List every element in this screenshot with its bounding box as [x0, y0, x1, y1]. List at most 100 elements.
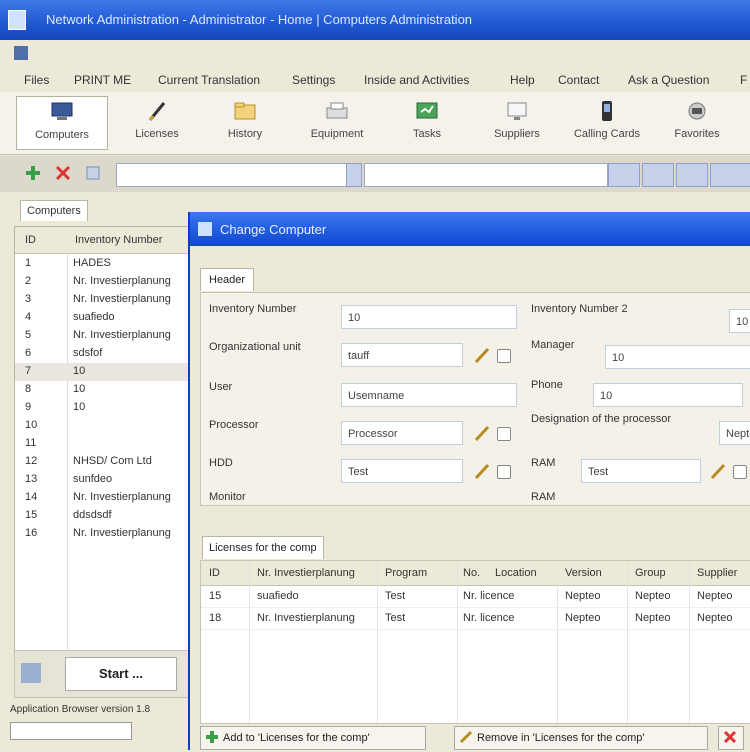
toolbar-licenses-button[interactable]: Licenses [112, 96, 202, 148]
list-item[interactable]: 5 Nr. Investierplanung [15, 327, 191, 345]
toolbar-licenses-label: Licenses [135, 128, 179, 140]
table-row[interactable]: 15 suafiedo Test Nr. licence Nepteo Nept… [201, 587, 750, 608]
list-item[interactable]: 14 Nr. Investierplanung [15, 489, 191, 507]
phone-icon [594, 100, 620, 122]
inventory-number-input[interactable]: 10 [341, 305, 517, 329]
tab-header[interactable]: Header [200, 268, 255, 291]
list-item[interactable]: 12 NHSD/ Com Ltd [15, 453, 191, 471]
inventory-number-2-label: Inventory Number 2 [531, 303, 628, 315]
dialog-title-bar[interactable]: Change Computer [190, 212, 750, 246]
manager-input[interactable]: 10 [605, 345, 750, 369]
list-item[interactable]: 8 10 [15, 381, 191, 399]
pencil-icon[interactable] [473, 462, 491, 480]
list-item[interactable]: 6 sdsfof [15, 345, 191, 363]
board-icon [414, 100, 440, 122]
toolbar-suppliers-button[interactable]: Suppliers [472, 96, 562, 148]
list-item[interactable]: 10 [15, 417, 191, 435]
inventory-number-2-input[interactable]: 10 [729, 309, 750, 333]
menu-item-settings[interactable]: Settings [292, 73, 335, 87]
grid-col-location[interactable]: Location [495, 567, 537, 579]
add-icon[interactable] [24, 164, 42, 182]
org-unit-input[interactable]: tauff [341, 343, 463, 367]
filter-input-2[interactable] [364, 163, 608, 187]
toolbar-favorites-button[interactable]: Favorites [652, 96, 742, 148]
monitor-label: Monitor [209, 491, 246, 503]
list-item[interactable]: 2 Nr. Investierplanung [15, 273, 191, 291]
start-button[interactable]: Start ... [65, 657, 177, 691]
list-item[interactable]: 9 10 [15, 399, 191, 417]
ram-checkbox[interactable] [733, 465, 747, 479]
org-unit-checkbox[interactable] [497, 349, 511, 363]
toolbar-history-label: History [227, 128, 263, 140]
pencil-icon [144, 100, 170, 122]
menu-item-help[interactable]: Help [510, 73, 535, 87]
menu-item-contact[interactable]: Contact [558, 73, 599, 87]
toolbar-calling-cards-button[interactable]: Calling Cards [562, 96, 652, 148]
col-inventory-number[interactable]: Inventory Number [75, 234, 162, 246]
pencil-icon[interactable] [709, 462, 727, 480]
hdd-checkbox[interactable] [497, 465, 511, 479]
star-icon [684, 100, 710, 122]
user-input[interactable]: Usemname [341, 383, 517, 407]
toolbar-tasks-label: Tasks [412, 128, 442, 140]
status-text: Application Browser version 1.8 [10, 704, 151, 715]
filter-button-1[interactable] [608, 163, 640, 187]
phone-input[interactable]: 10 [593, 383, 743, 407]
delete-icon[interactable] [54, 164, 72, 182]
ram-input[interactable]: Test [581, 459, 701, 483]
menu-item-ask[interactable]: Ask a Question [628, 73, 709, 87]
hdd-input[interactable]: Test [341, 459, 463, 483]
col-id[interactable]: ID [25, 234, 36, 246]
list-item[interactable]: 1 HADES [15, 255, 191, 273]
tab-licenses[interactable]: Licenses for the comp [202, 536, 324, 559]
filter-dropdown[interactable] [346, 163, 362, 187]
add-icon [205, 730, 219, 744]
toolbar-equipment-button[interactable]: Equipment [292, 96, 382, 148]
close-dialog-button[interactable] [718, 726, 744, 750]
pencil-icon[interactable] [473, 346, 491, 364]
menu-item-translation[interactable]: Current Translation [158, 73, 260, 87]
grid-icon[interactable] [21, 663, 41, 683]
list-item[interactable]: 16 Nr. Investierplanung [15, 525, 191, 543]
grid-col-id[interactable]: ID [209, 567, 220, 579]
filter-funnel-button[interactable] [642, 163, 674, 187]
status-field [10, 722, 132, 740]
grid-col-version[interactable]: Version [565, 567, 602, 579]
list-item[interactable]: 13 sunfdeo [15, 471, 191, 489]
add-license-button[interactable]: Add to 'Licenses for the comp' [200, 726, 426, 750]
monitor-icon [504, 100, 530, 122]
filter-button-4[interactable] [710, 163, 750, 187]
toolbar-computers-button[interactable]: Computers [16, 96, 108, 150]
pencil-icon[interactable] [473, 424, 491, 442]
processor-checkbox[interactable] [497, 427, 511, 441]
grid-col-no[interactable]: No. [463, 567, 480, 579]
grid-col-supplier[interactable]: Supplier [697, 567, 737, 579]
menu-item-files[interactable]: Files [24, 73, 49, 87]
processor-designation-input[interactable]: Nepte [719, 421, 750, 445]
remove-license-button[interactable]: Remove in 'Licenses for the comp' [454, 726, 708, 750]
toolbar-history-button[interactable]: History [200, 96, 290, 148]
menu-item-more[interactable]: F [740, 73, 747, 87]
list-item[interactable]: 15 ddsdsdf [15, 507, 191, 525]
table-row[interactable]: 18 Nr. Investierplanung Test Nr. licence… [201, 609, 750, 630]
inventory-number-label: Inventory Number [209, 303, 297, 315]
list-item-selected[interactable]: 7 10 [15, 363, 191, 381]
menu-item-inside[interactable]: Inside and Activities [364, 73, 469, 87]
list-item[interactable]: 3 Nr. Investierplanung [15, 291, 191, 309]
small-app-icon[interactable] [14, 46, 28, 60]
processor-input[interactable]: Processor [341, 421, 463, 445]
list-item[interactable]: 11 [15, 435, 191, 453]
tab-computers[interactable]: Computers [20, 200, 88, 221]
toolbar-tasks-button[interactable]: Tasks [382, 96, 472, 148]
grid-col-program[interactable]: Program [385, 567, 427, 579]
list-item[interactable]: 4 suafiedo [15, 309, 191, 327]
edit-icon[interactable] [84, 164, 102, 182]
filter-button-3[interactable] [676, 163, 708, 187]
menu-item-print[interactable]: PRINT ME [74, 73, 131, 87]
toolbar-computers-label: Computers [35, 129, 89, 141]
filter-input[interactable] [116, 163, 348, 187]
user-label: User [209, 381, 233, 393]
grid-col-investierplanung[interactable]: Nr. Investierplanung [257, 567, 355, 579]
toolbar-favorites-label: Favorites [674, 128, 720, 140]
grid-col-group[interactable]: Group [635, 567, 666, 579]
